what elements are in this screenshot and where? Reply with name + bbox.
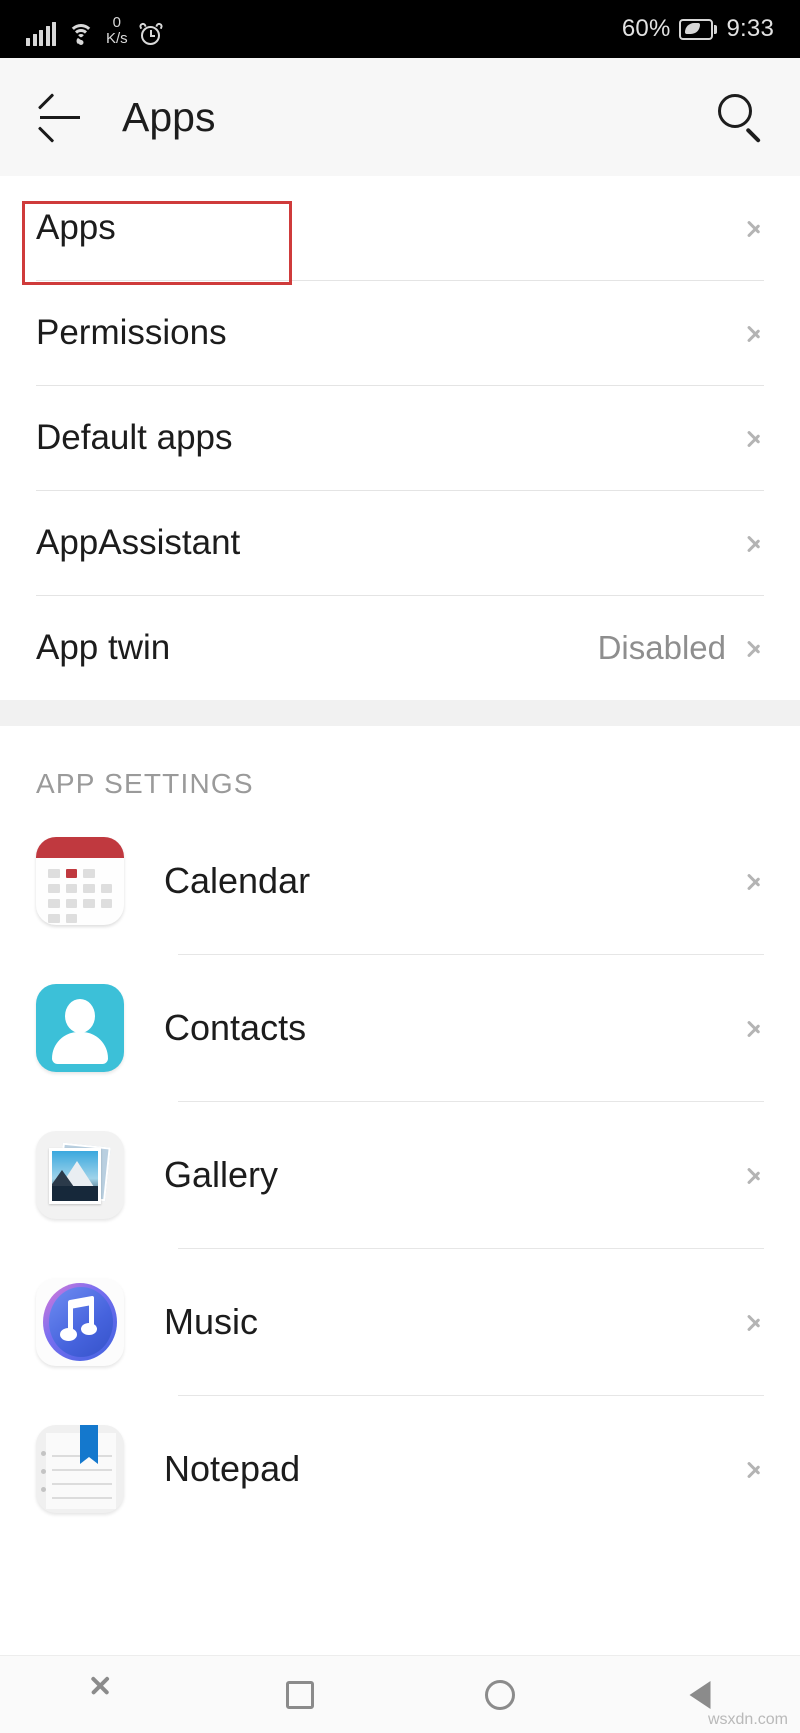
app-row-calendar[interactable]: Calendar [0, 808, 800, 954]
status-bar-right: 60% 9:33 [622, 15, 774, 43]
settings-row-app-twin[interactable]: App twin Disabled [36, 596, 764, 700]
settings-section: Apps Permissions Default apps AppAssista… [0, 176, 800, 700]
app-row-contacts[interactable]: Contacts [0, 955, 800, 1101]
watermark-label: wsxdn.com [707, 1711, 788, 1728]
chevron-right-icon [746, 528, 764, 558]
circle-icon [485, 1679, 515, 1710]
battery-power-saving-icon [679, 18, 718, 40]
page-title: Apps [122, 93, 216, 140]
app-row-music[interactable]: Music [0, 1249, 800, 1395]
settings-row-label: AppAssistant [36, 523, 241, 562]
search-icon[interactable] [714, 91, 766, 143]
chevron-right-icon [746, 213, 764, 243]
app-name-label: Contacts [164, 1007, 307, 1048]
recents-button[interactable] [255, 1665, 345, 1725]
chevron-right-icon [746, 633, 764, 663]
data-rate-unit: K/s [106, 30, 128, 47]
app-settings-section-title: APP SETTINGS [0, 726, 800, 808]
app-header: Apps [0, 58, 800, 176]
status-value: Disabled [597, 629, 726, 666]
chevron-right-icon [746, 1454, 764, 1484]
chevron-right-icon [746, 1160, 764, 1190]
calendar-app-icon [36, 837, 124, 925]
music-app-icon [36, 1278, 124, 1366]
status-bar: 0 K/s 60% 9:33 [0, 0, 800, 58]
settings-row-label: App twin [36, 628, 171, 667]
system-navigation-bar [0, 1655, 800, 1733]
data-rate-indicator: 0 K/s [106, 15, 128, 46]
status-bar-left: 0 K/s [26, 12, 164, 46]
cellular-signal-icon [26, 22, 56, 46]
app-row-notepad[interactable]: Notepad [0, 1396, 800, 1542]
square-icon [286, 1680, 314, 1709]
app-name-label: Gallery [164, 1154, 279, 1195]
chevron-right-icon [746, 1307, 764, 1337]
settings-row-apps[interactable]: Apps [36, 176, 764, 280]
contacts-app-icon [36, 984, 124, 1072]
notepad-app-icon [36, 1425, 124, 1513]
settings-row-default-apps[interactable]: Default apps [36, 386, 764, 490]
hide-navbar-button[interactable] [55, 1665, 145, 1725]
app-row-gallery[interactable]: Gallery [0, 1102, 800, 1248]
clock-label: 9:33 [726, 15, 774, 42]
chevron-right-icon [746, 318, 764, 348]
settings-row-label: Permissions [36, 313, 227, 352]
settings-row-permissions[interactable]: Permissions [36, 281, 764, 385]
wifi-icon [67, 22, 95, 46]
settings-row-label: Apps [36, 208, 116, 247]
triangle-back-icon [689, 1680, 711, 1709]
home-button[interactable] [455, 1665, 545, 1725]
chevron-right-icon [746, 423, 764, 453]
battery-percent-label: 60% [621, 15, 671, 42]
back-arrow-icon[interactable] [34, 90, 88, 144]
settings-row-label: Default apps [36, 418, 233, 457]
gallery-app-icon [36, 1131, 124, 1219]
app-name-label: Music [164, 1301, 259, 1342]
app-name-label: Calendar [164, 860, 311, 901]
section-gap [0, 700, 800, 726]
chevron-right-icon [746, 866, 764, 896]
settings-row-appassistant[interactable]: AppAssistant [36, 491, 764, 595]
alarm-clock-icon [137, 21, 164, 46]
app-name-label: Notepad [164, 1448, 301, 1489]
chevron-right-icon [746, 1013, 764, 1043]
data-rate-value: 0 [112, 14, 122, 31]
